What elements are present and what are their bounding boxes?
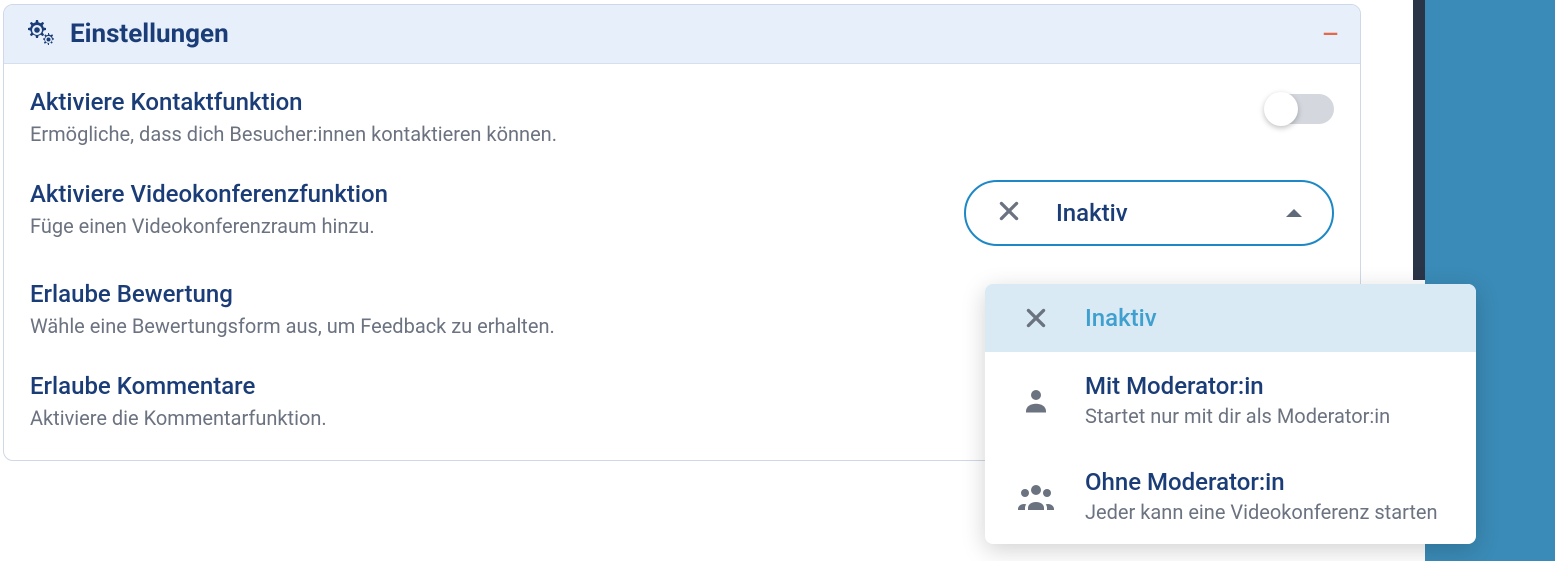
setting-text: Erlaube Bewertung Wähle eine Bewertungsf… (30, 280, 555, 338)
setting-desc: Füge einen Videokonferenzraum hinzu. (30, 214, 388, 238)
setting-title: Erlaube Bewertung (30, 280, 555, 308)
setting-text: Aktiviere Kontaktfunktion Ermögliche, da… (30, 88, 557, 146)
gears-icon (26, 20, 56, 48)
dropdown-option-without-moderator[interactable]: Ohne Moderator:in Jeder kann eine Videok… (985, 448, 1476, 544)
dropdown-selected-label: Inaktiv (1056, 199, 1252, 227)
setting-text: Erlaube Kommentare Aktiviere die Komment… (30, 372, 327, 430)
option-text: Ohne Moderator:in Jeder kann eine Videok… (1085, 468, 1438, 524)
setting-row-video: Aktiviere Videokonferenzfunktion Füge ei… (30, 180, 1334, 246)
setting-text: Aktiviere Videokonferenzfunktion Füge ei… (30, 180, 388, 238)
option-title: Inaktiv (1085, 304, 1157, 332)
setting-row-contact: Aktiviere Kontaktfunktion Ermögliche, da… (30, 88, 1334, 146)
contact-toggle[interactable] (1266, 94, 1334, 124)
setting-desc: Aktiviere die Kommentarfunktion. (30, 406, 327, 430)
dropdown-option-inactive[interactable]: Inaktiv (985, 284, 1476, 352)
panel-title: Einstellungen (70, 19, 229, 49)
setting-desc: Wähle eine Bewertungsform aus, um Feedba… (30, 314, 555, 338)
setting-title: Aktiviere Videokonferenzfunktion (30, 180, 388, 208)
video-mode-dropdown[interactable]: Inaktiv (964, 180, 1334, 246)
video-mode-dropdown-menu: Inaktiv Mit Moderator:in Startet nur mit… (985, 284, 1476, 544)
setting-desc: Ermögliche, dass dich Besucher:innen kon… (30, 122, 557, 146)
toggle-knob (1264, 92, 1298, 126)
close-icon (996, 198, 1022, 228)
panel-header: Einstellungen — (4, 5, 1360, 64)
dark-strip (1413, 0, 1425, 280)
person-icon (1015, 385, 1057, 415)
dropdown-option-with-moderator[interactable]: Mit Moderator:in Startet nur mit dir als… (985, 352, 1476, 448)
option-text: Mit Moderator:in Startet nur mit dir als… (1085, 372, 1390, 428)
setting-title: Erlaube Kommentare (30, 372, 327, 400)
close-icon (1015, 305, 1057, 331)
option-subtitle: Startet nur mit dir als Moderator:in (1085, 404, 1390, 428)
chevron-up-icon (1286, 209, 1302, 217)
option-text: Inaktiv (1085, 304, 1157, 332)
option-title: Mit Moderator:in (1085, 372, 1390, 400)
collapse-button[interactable]: — (1323, 22, 1338, 46)
option-title: Ohne Moderator:in (1085, 468, 1438, 496)
people-icon (1015, 482, 1057, 510)
option-subtitle: Jeder kann eine Videokonferenz starten (1085, 500, 1438, 524)
setting-title: Aktiviere Kontaktfunktion (30, 88, 557, 116)
